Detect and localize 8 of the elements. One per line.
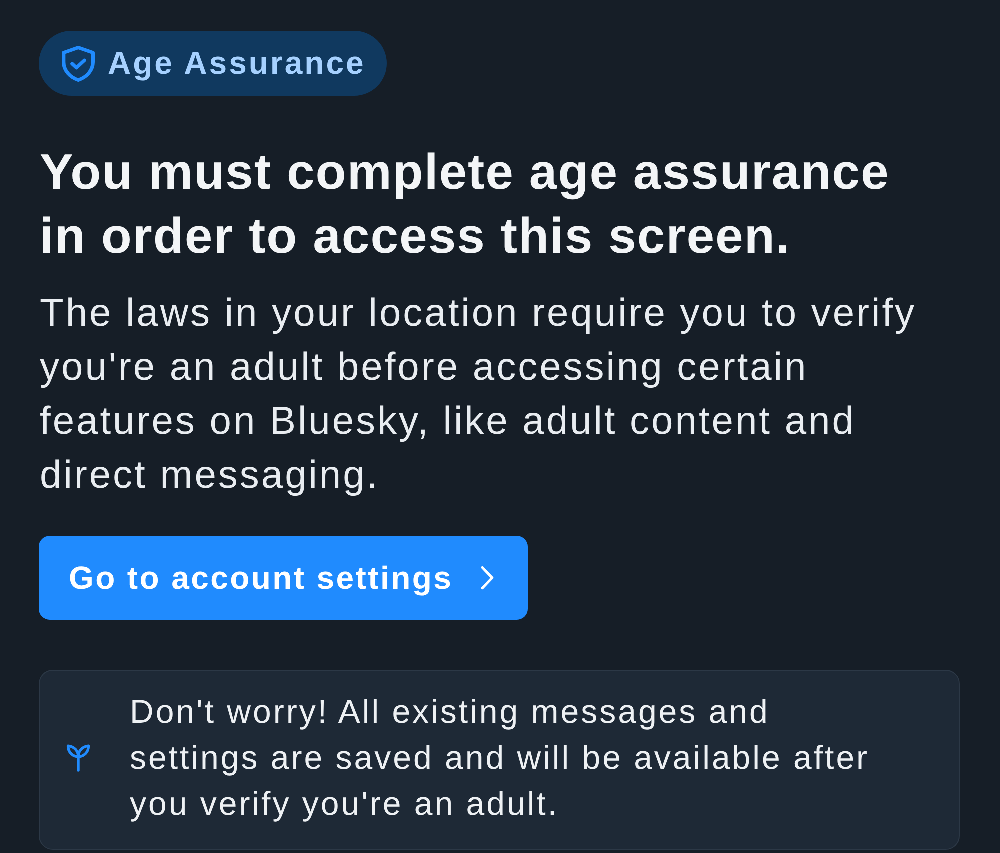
page-heading: You must complete age assurance in order to access this screen. xyxy=(40,143,891,266)
chevron-right-icon xyxy=(481,565,494,591)
description-text: The laws in your location require you to verify you're an adult before accessing certain features on Bluesky, like adult content and direct messaging. xyxy=(40,291,918,499)
sprout-icon xyxy=(66,743,91,773)
account-settings-button[interactable]: Go to account settings xyxy=(39,536,528,620)
badge-label: Age Assurance xyxy=(108,45,366,82)
shield-check-icon xyxy=(62,46,95,82)
notice-text: Don't worry! All existing messages and settings are saved and will be available after you verify you're an adult. xyxy=(130,692,871,824)
